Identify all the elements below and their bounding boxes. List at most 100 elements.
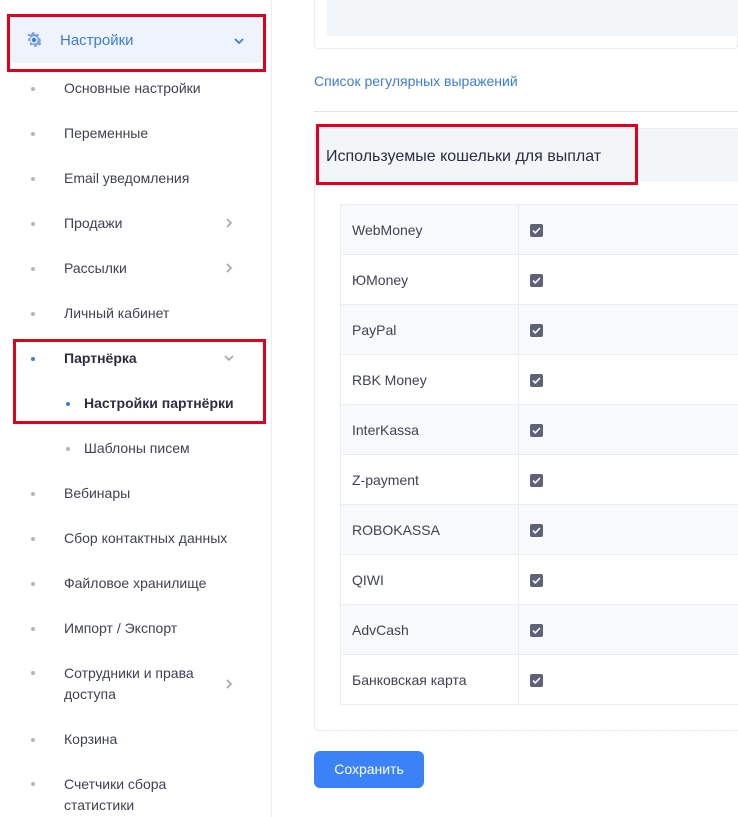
sidebar-item-account[interactable]: Личный кабинет [0,303,272,324]
sidebar-item-contact-collection[interactable]: Сбор контактных данных [0,528,272,549]
check-icon [532,327,541,335]
textarea-field[interactable] [327,0,738,36]
bullet-icon [31,356,35,361]
sidebar-item-variables[interactable]: Переменные [0,123,272,144]
sidebar-item-email-notifications[interactable]: Email уведомления [0,168,272,189]
wallet-checkbox-cell [518,204,738,255]
divider [314,111,738,112]
top-panel [314,0,738,49]
sidebar-item-label: Счетчики сбора [64,776,167,792]
wallet-checkbox[interactable] [530,274,543,288]
sidebar: Настройки Основные настройки Переменные … [0,0,272,817]
sidebar-item-import-export[interactable]: Импорт / Экспорт [0,618,272,639]
wallet-checkbox-cell [518,604,738,655]
sidebar-item-label: Импорт / Экспорт [64,620,178,636]
check-icon [532,377,541,385]
wallet-checkbox-cell [518,554,738,605]
sidebar-item-label: Переменные [64,125,149,141]
sidebar-item-label: Основные настройки [64,80,201,96]
table-row: Z-payment [340,454,738,505]
wallet-checkbox[interactable] [530,524,543,538]
sidebar-item-stat-counters[interactable]: Счетчики сбора статистики [0,774,272,816]
wallet-name: ЮMoney [340,254,519,305]
wallet-checkbox[interactable] [530,324,543,338]
sidebar-item-partner-settings[interactable]: Настройки партнёрки [0,393,272,414]
wallet-checkbox[interactable] [530,424,543,438]
regex-list-link[interactable]: Список регулярных выражений [314,72,518,90]
sidebar-item-label: доступа [64,686,116,702]
chevron-down-icon[interactable] [232,34,246,48]
sidebar-item-label: Настройки партнёрки [84,395,234,411]
check-icon [532,577,541,585]
sidebar-item-staff-access[interactable]: Сотрудники и права доступа [0,663,272,705]
wallet-checkbox-cell [518,254,738,305]
table-row: ROBOKASSA [340,504,738,555]
check-icon [532,227,541,235]
table-row: InterKassa [340,404,738,455]
sidebar-item-label: Сбор контактных данных [64,530,228,546]
table-row: AdvCash [340,604,738,655]
bullet-icon [31,266,35,271]
wallet-checkbox[interactable] [530,224,543,238]
sidebar-item-cart[interactable]: Корзина [0,729,272,750]
wallet-name: PayPal [340,304,519,355]
sidebar-item-webinars[interactable]: Вебинары [0,483,272,504]
wallet-checkbox-cell [518,504,738,555]
wallet-checkbox[interactable] [530,674,543,688]
check-icon [532,277,541,285]
table-row: RBK Money [340,354,738,405]
bullet-icon [31,311,35,316]
wallet-checkbox[interactable] [530,624,543,638]
wallet-checkbox-cell [518,654,738,705]
wallet-checkbox-cell [518,354,738,405]
sidebar-item-label: Рассылки [64,260,127,276]
sidebar-item-sales[interactable]: Продажи [0,213,272,234]
sidebar-item-label: Email уведомления [64,170,190,186]
bullet-icon [31,626,35,631]
bullet-icon [31,491,35,496]
wallet-name: ROBOKASSA [340,504,519,555]
bullet-icon [31,536,35,541]
bullet-icon [31,581,35,586]
chevron-right-icon [226,679,233,689]
sidebar-item-label: Сотрудники и права [64,665,194,681]
wallet-name: Банковская карта [340,654,519,705]
sidebar-item-label: Партнёрка [64,350,137,366]
sidebar-item-settings[interactable] [10,17,262,63]
check-icon [532,477,541,485]
bullet-icon [31,221,35,226]
wallet-checkbox[interactable] [530,374,543,388]
sidebar-item-letter-templates[interactable]: Шаблоны писем [0,438,272,459]
gear-icon [27,32,43,47]
save-button[interactable]: Сохранить [314,751,424,788]
sidebar-item-partner[interactable]: Партнёрка [0,348,272,369]
bullet-icon [31,86,35,91]
bullet-icon [31,671,35,675]
bullet-icon [66,401,70,406]
wallet-name: Z-payment [340,454,519,505]
bullet-icon [66,446,70,451]
wallet-checkbox-cell [518,304,738,355]
table-row: WebMoney [340,204,738,255]
wallet-name: AdvCash [340,604,519,655]
check-icon [532,677,541,685]
wallet-checkbox[interactable] [530,474,543,488]
sidebar-item-general[interactable]: Основные настройки [0,78,272,99]
table-row: QIWI [340,554,738,605]
sidebar-item-label: Вебинары [64,485,131,501]
wallet-checkbox[interactable] [530,574,543,588]
table-row: PayPal [340,304,738,355]
sidebar-item-mailings[interactable]: Рассылки [0,258,272,279]
wallet-name: InterKassa [340,404,519,455]
chevron-down-icon [224,355,234,362]
bullet-icon [31,131,35,136]
wallet-name: RBK Money [340,354,519,405]
check-icon [532,627,541,635]
table-row: Банковская карта [340,654,738,705]
check-icon [532,527,541,535]
wallets-card-header: Используемые кошельки для выплат [315,129,738,181]
sidebar-item-file-storage[interactable]: Файловое хранилище [0,573,272,594]
wallet-name: QIWI [340,554,519,605]
sidebar-item-label: Корзина [64,731,118,747]
sidebar-item-label: статистики [64,797,135,813]
